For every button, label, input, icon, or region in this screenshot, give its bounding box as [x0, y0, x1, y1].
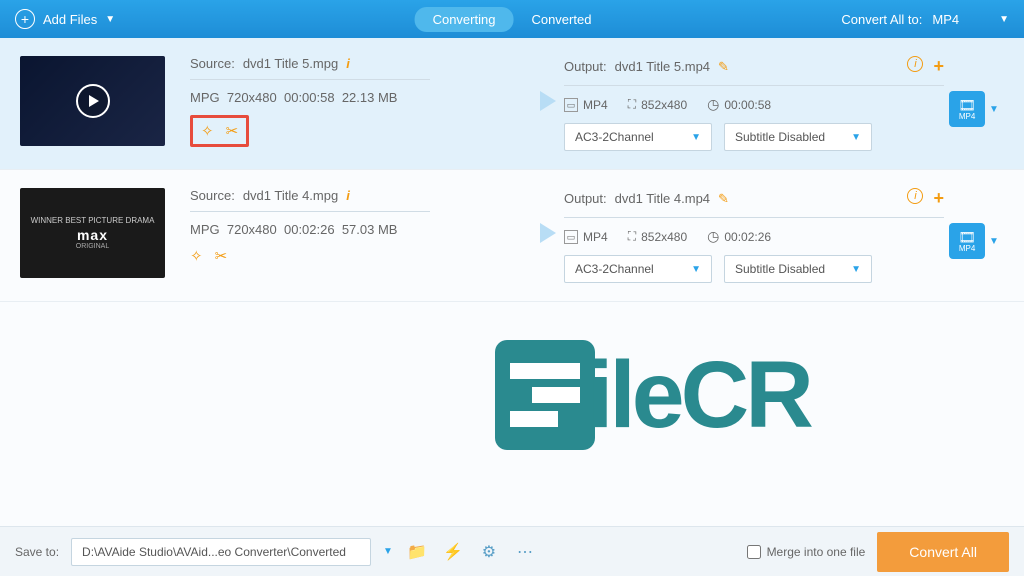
divider — [190, 79, 430, 80]
plus-icon[interactable]: + — [933, 56, 944, 77]
audio-select[interactable]: AC3-2Channel▼ — [564, 123, 712, 151]
app-footer: Save to: D:\AVAide Studio\AVAid...eo Con… — [0, 526, 1024, 576]
watermark-logo: ileCR — [495, 340, 810, 450]
chevron-down-icon: ▼ — [691, 132, 701, 143]
source-column: Source: dvd1 Title 4.mpg i MPG 720x480 0… — [165, 188, 540, 265]
resolution-icon — [628, 97, 636, 112]
arrow-right-icon — [540, 91, 556, 111]
source-filename: dvd1 Title 4.mpg — [243, 188, 338, 203]
source-column: Source: dvd1 Title 5.mpg i MPG 720x480 0… — [165, 56, 540, 147]
tab-converted[interactable]: Converted — [513, 7, 609, 32]
effect-icon[interactable]: ✧ — [201, 122, 214, 140]
info-icon[interactable]: i — [346, 188, 350, 203]
output-filename: dvd1 Title 4.mp4 — [615, 191, 710, 206]
chevron-down-icon[interactable]: ▼ — [989, 236, 999, 247]
chevron-down-icon[interactable]: ▼ — [989, 104, 999, 115]
film-icon: 🎞 — [958, 230, 976, 244]
merge-checkbox-input[interactable] — [747, 545, 761, 559]
chevron-down-icon: ▼ — [851, 264, 861, 275]
source-metadata: MPG 720x480 00:02:26 57.03 MB — [190, 222, 540, 237]
accelerate-icon[interactable]: ⚡ — [441, 540, 465, 564]
subtitle-select[interactable]: Subtitle Disabled▼ — [724, 255, 872, 283]
folder-icon[interactable]: 📁 — [405, 540, 429, 564]
convert-all-to-control[interactable]: Convert All to: MP4 ▼ — [841, 12, 1009, 27]
clock-icon — [707, 96, 719, 113]
settings-icon[interactable]: ⚙ — [477, 540, 501, 564]
arrow-right-icon — [540, 223, 556, 243]
file-item-row[interactable]: Source: dvd1 Title 5.mpg i MPG 720x480 0… — [0, 38, 1024, 170]
clock-icon — [707, 228, 719, 245]
convert-all-button[interactable]: Convert All — [877, 532, 1009, 572]
effect-icon[interactable]: ✧ — [190, 247, 203, 265]
divider — [564, 217, 944, 218]
output-metadata: ▭MP4 852x480 00:00:58 — [564, 96, 944, 113]
chevron-down-icon: ▼ — [999, 14, 1009, 25]
chevron-down-icon: ▼ — [691, 264, 701, 275]
source-filename: dvd1 Title 5.mpg — [243, 56, 338, 71]
arrow-separator — [540, 188, 564, 243]
edit-tools: ✧ ✂ — [190, 247, 540, 265]
video-thumbnail[interactable]: WINNER BEST PICTURE DRAMA max ORIGINAL — [20, 188, 165, 278]
output-filename: dvd1 Title 5.mp4 — [615, 59, 710, 74]
plus-icon: + — [15, 9, 35, 29]
info-circle-icon[interactable]: i — [907, 56, 923, 72]
info-circle-icon[interactable]: i — [907, 188, 923, 204]
plus-icon[interactable]: + — [933, 188, 944, 209]
video-icon: ▭ — [564, 230, 578, 244]
video-thumbnail[interactable] — [20, 56, 165, 146]
play-icon[interactable] — [76, 84, 110, 118]
convert-all-label: Convert All to: — [841, 12, 922, 27]
output-column: Output: dvd1 Title 4.mp4 ✎ i + ▭MP4 852x… — [564, 188, 944, 283]
output-column: Output: dvd1 Title 5.mp4 ✎ i + ▭MP4 852x… — [564, 56, 944, 151]
resolution-icon — [628, 229, 636, 244]
source-metadata: MPG 720x480 00:00:58 22.13 MB — [190, 90, 540, 105]
edit-icon[interactable]: ✎ — [718, 191, 729, 207]
arrow-separator — [540, 56, 564, 111]
file-item-row[interactable]: WINNER BEST PICTURE DRAMA max ORIGINAL S… — [0, 170, 1024, 302]
chevron-down-icon: ▼ — [105, 14, 115, 25]
format-badge-button[interactable]: 🎞 MP4 — [949, 223, 985, 259]
cut-icon[interactable]: ✂ — [215, 247, 228, 265]
info-icon[interactable]: i — [346, 56, 350, 71]
format-badge-button[interactable]: 🎞 MP4 — [949, 91, 985, 127]
convert-all-format: MP4 — [932, 12, 959, 27]
edit-icon[interactable]: ✎ — [718, 59, 729, 75]
merge-checkbox[interactable]: Merge into one file — [747, 545, 866, 559]
chevron-down-icon: ▼ — [851, 132, 861, 143]
output-label: Output: — [564, 191, 607, 206]
output-metadata: ▭MP4 852x480 00:02:26 — [564, 228, 944, 245]
tab-bar: Converting Converted — [415, 7, 610, 32]
save-to-label: Save to: — [15, 545, 59, 559]
output-label: Output: — [564, 59, 607, 74]
video-icon: ▭ — [564, 98, 578, 112]
add-files-label: Add Files — [43, 12, 97, 27]
add-files-button[interactable]: + Add Files ▼ — [15, 9, 115, 29]
save-path-input[interactable]: D:\AVAide Studio\AVAid...eo Converter\Co… — [71, 538, 371, 566]
app-header: + Add Files ▼ Converting Converted Conve… — [0, 0, 1024, 38]
edit-tools-highlighted: ✧ ✂ — [190, 115, 249, 147]
film-icon: 🎞 — [958, 98, 976, 112]
output-format-column: 🎞 MP4 ▼ — [944, 188, 1004, 259]
audio-select[interactable]: AC3-2Channel▼ — [564, 255, 712, 283]
output-format-column: 🎞 MP4 ▼ — [944, 56, 1004, 127]
divider — [564, 85, 944, 86]
source-label: Source: — [190, 188, 235, 203]
chevron-down-icon[interactable]: ▼ — [383, 546, 393, 557]
subtitle-select[interactable]: Subtitle Disabled▼ — [724, 123, 872, 151]
cut-icon[interactable]: ✂ — [226, 122, 239, 140]
source-label: Source: — [190, 56, 235, 71]
tab-converting[interactable]: Converting — [415, 7, 514, 32]
more-icon[interactable]: ⋯ — [513, 540, 537, 564]
divider — [190, 211, 430, 212]
